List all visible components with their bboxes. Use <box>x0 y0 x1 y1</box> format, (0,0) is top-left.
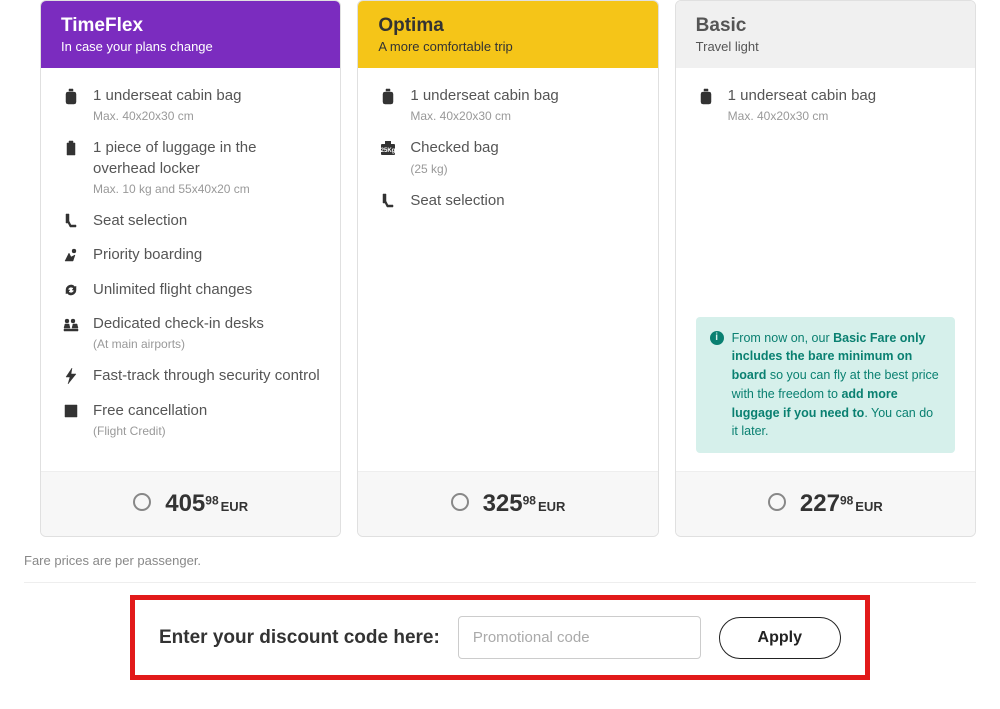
fare-footer: 22798EUR <box>676 471 975 536</box>
seat-icon <box>61 212 81 230</box>
feature-item: 1 piece of luggage in the overhead locke… <box>61 138 320 197</box>
cancel-icon <box>61 402 81 420</box>
feature-item: 25Kg Checked bag(25 kg) <box>378 138 637 176</box>
price-main: 405 <box>165 490 205 517</box>
radio-icon <box>451 493 469 511</box>
svg-text:25Kg: 25Kg <box>381 148 396 154</box>
feature-label: Fast-track through security control <box>93 366 320 386</box>
feature-item: Fast-track through security control <box>61 366 320 386</box>
feature-label: Unlimited flight changes <box>93 280 320 300</box>
price-currency: EUR <box>855 499 882 514</box>
feature-item: Seat selection <box>61 211 320 231</box>
fare-card-timeflex: TimeFlex In case your plans change 1 under… <box>40 0 341 537</box>
fare-select-radio[interactable]: 40598EUR <box>133 490 248 518</box>
feature-sub: Max. 40x20x30 cm <box>93 108 320 124</box>
feature-item: Unlimited flight changes <box>61 280 320 300</box>
radio-icon <box>768 493 786 511</box>
bag-icon <box>696 87 716 105</box>
feature-sub: Max. 40x20x30 cm <box>410 108 637 124</box>
feature-item: Seat selection <box>378 191 637 211</box>
desk-icon <box>61 315 81 333</box>
basic-fare-notice: iFrom now on, our Basic Fare only includ… <box>696 317 955 454</box>
price-cents: 98 <box>840 494 853 508</box>
feature-label: Checked bag(25 kg) <box>410 138 637 176</box>
radio-icon <box>133 493 151 511</box>
feature-label: 1 piece of luggage in the overhead locke… <box>93 138 320 197</box>
feature-label: Priority boarding <box>93 245 320 265</box>
fare-title: Optima <box>378 15 637 37</box>
feature-label: Seat selection <box>410 191 637 211</box>
fare-card-basic: Basic Travel light 1 underseat cabin bagMa… <box>675 0 976 537</box>
feature-sub: (25 kg) <box>410 161 637 177</box>
bag-icon <box>61 87 81 105</box>
feature-sub: Max. 40x20x30 cm <box>728 108 955 124</box>
fasttrack-icon <box>61 367 81 385</box>
fare-footer: 40598EUR <box>41 471 340 536</box>
price-cents: 98 <box>523 494 536 508</box>
price-main: 325 <box>483 490 523 517</box>
feature-sub: (At main airports) <box>93 336 320 352</box>
fare-header: Basic Travel light <box>676 1 975 68</box>
feature-item: Dedicated check-in desks(At main airport… <box>61 314 320 352</box>
seat-icon <box>378 192 398 210</box>
feature-label: Seat selection <box>93 211 320 231</box>
priority-icon <box>61 246 81 264</box>
suitcase-icon <box>61 139 81 157</box>
feature-sub: (Flight Credit) <box>93 423 320 439</box>
checked-icon: 25Kg <box>378 139 398 157</box>
promo-section: Enter your discount code here: Apply <box>130 595 870 680</box>
feature-item: 1 underseat cabin bagMax. 40x20x30 cm <box>378 86 637 124</box>
feature-label: 1 underseat cabin bagMax. 40x20x30 cm <box>728 86 955 124</box>
feature-item: 1 underseat cabin bagMax. 40x20x30 cm <box>61 86 320 124</box>
bag-icon <box>378 87 398 105</box>
feature-item: 1 underseat cabin bagMax. 40x20x30 cm <box>696 86 955 124</box>
fare-subtitle: In case your plans change <box>61 39 320 54</box>
promo-code-input[interactable] <box>458 616 701 659</box>
feature-item: Priority boarding <box>61 245 320 265</box>
feature-sub: Max. 10 kg and 55x40x20 cm <box>93 181 320 197</box>
fare-subtitle: A more comfortable trip <box>378 39 637 54</box>
feature-label: 1 underseat cabin bagMax. 40x20x30 cm <box>410 86 637 124</box>
price-main: 227 <box>800 490 840 517</box>
fare-select-radio[interactable]: 22798EUR <box>768 490 883 518</box>
fare-footer: 32598EUR <box>358 471 657 536</box>
change-icon <box>61 281 81 299</box>
feature-item: Free cancellation(Flight Credit) <box>61 401 320 439</box>
price-currency: EUR <box>221 499 248 514</box>
fare-header: Optima A more comfortable trip <box>358 1 657 68</box>
feature-label: Dedicated check-in desks(At main airport… <box>93 314 320 352</box>
feature-label: 1 underseat cabin bagMax. 40x20x30 cm <box>93 86 320 124</box>
price-note: Fare prices are per passenger. <box>0 545 1000 576</box>
fare-card-optima: Optima A more comfortable trip 1 underseat… <box>357 0 658 537</box>
fare-title: TimeFlex <box>61 15 320 37</box>
price-currency: EUR <box>538 499 565 514</box>
info-icon: i <box>710 331 724 345</box>
fare-title: Basic <box>696 15 955 37</box>
fare-header: TimeFlex In case your plans change <box>41 1 340 68</box>
fare-select-radio[interactable]: 32598EUR <box>451 490 566 518</box>
promo-label: Enter your discount code here: <box>159 627 440 649</box>
feature-label: Free cancellation(Flight Credit) <box>93 401 320 439</box>
apply-button[interactable]: Apply <box>719 617 841 659</box>
price-cents: 98 <box>205 494 218 508</box>
fare-subtitle: Travel light <box>696 39 955 54</box>
